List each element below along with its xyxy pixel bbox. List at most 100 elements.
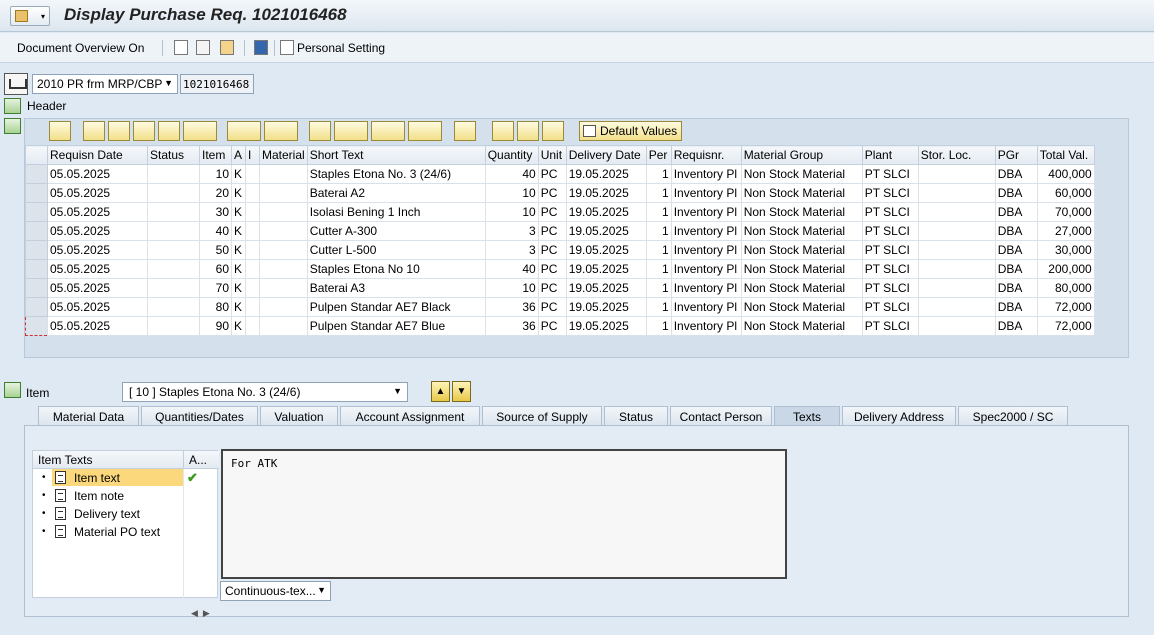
- row-selector[interactable]: [25, 278, 48, 298]
- column-header[interactable]: Requisnr.: [670, 145, 742, 165]
- table-cell[interactable]: [245, 240, 260, 260]
- table-cell[interactable]: [917, 221, 996, 241]
- table-cell[interactable]: [147, 202, 200, 222]
- table-cell[interactable]: [259, 202, 308, 222]
- table-cell[interactable]: K: [231, 183, 246, 203]
- table-cell[interactable]: Baterai A3: [306, 278, 486, 298]
- table-cell[interactable]: Isolasi Bening 1 Inch: [306, 202, 486, 222]
- table-cell[interactable]: Non Stock Material: [740, 202, 863, 222]
- table-cell[interactable]: 72,000: [1036, 297, 1095, 317]
- default-values-button[interactable]: Default Values: [579, 121, 683, 141]
- display-change-icon[interactable]: [196, 40, 210, 55]
- table-cell[interactable]: [147, 278, 200, 298]
- table-cell[interactable]: DBA: [994, 202, 1038, 222]
- table-cell[interactable]: [245, 259, 260, 279]
- table-cell[interactable]: Staples Etona No 10: [306, 259, 486, 279]
- table-cell[interactable]: PT SLCI: [861, 183, 919, 203]
- row-selector[interactable]: [25, 183, 48, 203]
- table-cell[interactable]: 400,000: [1036, 164, 1095, 184]
- table-cell[interactable]: 72,000: [1036, 316, 1095, 336]
- table-cell[interactable]: DBA: [994, 259, 1038, 279]
- table-cell[interactable]: 10: [484, 183, 539, 203]
- table-cell[interactable]: Non Stock Material: [740, 221, 863, 241]
- table-cell[interactable]: PC: [537, 183, 567, 203]
- table-cell[interactable]: Non Stock Material: [740, 259, 863, 279]
- next-item-button[interactable]: ▼: [452, 381, 471, 402]
- table-cell[interactable]: 1: [645, 316, 672, 336]
- table-cell[interactable]: Pulpen Standar AE7 Black: [306, 297, 486, 317]
- table-cell[interactable]: [147, 221, 200, 241]
- table-cell[interactable]: 60,000: [1036, 183, 1095, 203]
- table-cell[interactable]: 80: [199, 297, 232, 317]
- table-cell[interactable]: [917, 278, 996, 298]
- table-cell[interactable]: 05.05.2025: [47, 202, 148, 222]
- table-cell[interactable]: 10: [484, 278, 539, 298]
- table-row[interactable]: 05.05.2025 70 K Baterai A3 10 PC 19.05.2025 1 In…: [25, 278, 1095, 298]
- table-cell[interactable]: [245, 278, 260, 298]
- table-cell[interactable]: 1: [645, 183, 672, 203]
- row-selector[interactable]: [25, 297, 48, 317]
- table-cell[interactable]: 27,000: [1036, 221, 1095, 241]
- table-cell[interactable]: 19.05.2025: [565, 183, 647, 203]
- tab-valuation[interactable]: Valuation: [260, 406, 338, 426]
- table-cell[interactable]: Non Stock Material: [740, 240, 863, 260]
- table-cell[interactable]: 30,000: [1036, 240, 1095, 260]
- info-icon[interactable]: [254, 40, 268, 55]
- table-cell[interactable]: Inventory Pl: [670, 297, 742, 317]
- table-cell[interactable]: PT SLCI: [861, 202, 919, 222]
- table-cell[interactable]: 36: [484, 297, 539, 317]
- table-cell[interactable]: K: [231, 221, 246, 241]
- table-cell[interactable]: DBA: [994, 221, 1038, 241]
- document-number-field[interactable]: 1021016468: [180, 74, 254, 94]
- table-cell[interactable]: [259, 278, 308, 298]
- item-select[interactable]: [ 10 ] Staples Etona No. 3 (24/6) ▼: [122, 382, 408, 402]
- table-cell[interactable]: PT SLCI: [861, 240, 919, 260]
- table-cell[interactable]: 19.05.2025: [565, 240, 647, 260]
- table-row[interactable]: 05.05.2025 40 K Cutter A-300 3 PC 19.05.2025 1 I…: [25, 221, 1095, 241]
- table-cell[interactable]: [147, 259, 200, 279]
- table-cell[interactable]: Staples Etona No. 3 (24/6): [306, 164, 486, 184]
- table-cell[interactable]: [917, 202, 996, 222]
- table-cell[interactable]: [259, 316, 308, 336]
- account-assignment-icon[interactable]: [517, 121, 539, 141]
- previous-item-button[interactable]: ▲: [431, 381, 450, 402]
- table-cell[interactable]: PC: [537, 240, 567, 260]
- table-row[interactable]: 05.05.2025 10 K Staples Etona No. 3 (24/6) 4…: [25, 164, 1095, 184]
- column-header[interactable]: Stor. Loc.: [917, 145, 996, 165]
- table-cell[interactable]: 19.05.2025: [565, 202, 647, 222]
- table-cell[interactable]: 05.05.2025: [47, 221, 148, 241]
- new-document-icon[interactable]: [174, 40, 188, 55]
- document-overview-button[interactable]: Document Overview On: [17, 41, 144, 55]
- export-icon[interactable]: [371, 121, 405, 141]
- table-cell[interactable]: [147, 316, 200, 336]
- attachment-icon[interactable]: [542, 121, 564, 141]
- table-cell[interactable]: Pulpen Standar AE7 Blue: [306, 316, 486, 336]
- table-cell[interactable]: 19.05.2025: [565, 221, 647, 241]
- table-cell[interactable]: [147, 297, 200, 317]
- details-icon[interactable]: [49, 121, 71, 141]
- column-header[interactable]: Unit: [537, 145, 567, 165]
- column-header[interactable]: PGr: [994, 145, 1038, 165]
- table-cell[interactable]: DBA: [994, 297, 1038, 317]
- table-cell[interactable]: [147, 164, 200, 184]
- table-cell[interactable]: K: [231, 240, 246, 260]
- table-cell[interactable]: PT SLCI: [861, 221, 919, 241]
- table-cell[interactable]: [245, 202, 260, 222]
- table-cell[interactable]: Cutter L-500: [306, 240, 486, 260]
- row-selector[interactable]: [25, 202, 48, 222]
- table-cell[interactable]: 1: [645, 202, 672, 222]
- tree-item-item-note[interactable]: • Item note: [33, 487, 219, 505]
- table-cell[interactable]: 19.05.2025: [565, 297, 647, 317]
- sort-ascending-icon[interactable]: [83, 121, 105, 141]
- table-cell[interactable]: 1: [645, 278, 672, 298]
- table-cell[interactable]: DBA: [994, 278, 1038, 298]
- table-cell[interactable]: Inventory Pl: [670, 278, 742, 298]
- table-cell[interactable]: K: [231, 278, 246, 298]
- table-cell[interactable]: 05.05.2025: [47, 297, 148, 317]
- column-header[interactable]: A: [231, 145, 246, 165]
- expand-header-icon[interactable]: [4, 98, 21, 114]
- table-cell[interactable]: 05.05.2025: [47, 164, 148, 184]
- table-cell[interactable]: PC: [537, 221, 567, 241]
- table-cell[interactable]: K: [231, 316, 246, 336]
- table-cell[interactable]: [917, 259, 996, 279]
